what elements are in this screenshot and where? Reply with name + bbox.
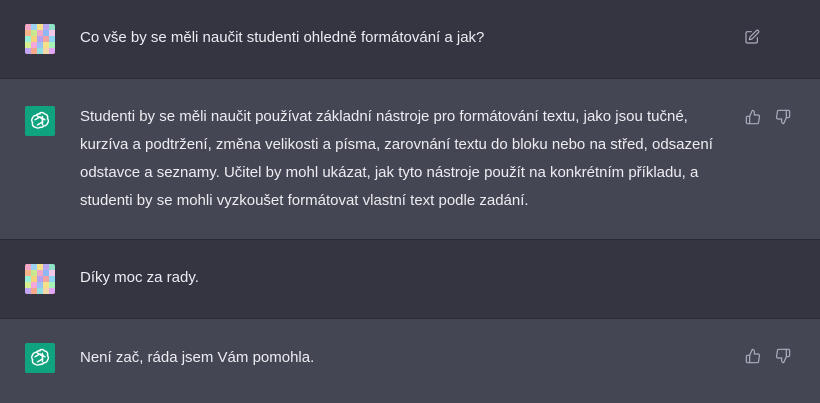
avatar-pixel — [49, 48, 55, 54]
openai-logo-icon — [25, 343, 55, 373]
message-actions — [744, 108, 792, 126]
thumbs-up-icon[interactable] — [744, 347, 762, 365]
openai-logo-icon — [25, 106, 55, 136]
user-message-row: Co vše by se měli naučit studenti ohledn… — [0, 0, 820, 79]
assistant-message-row: Není zač, ráda jsem Vám pomohla. — [0, 319, 820, 403]
user-avatar — [25, 264, 55, 294]
assistant-message-text: Není zač, ráda jsem Vám pomohla. — [80, 349, 315, 366]
thumbs-down-icon[interactable] — [774, 108, 792, 126]
chat-thread: Co vše by se měli naučit studenti ohledn… — [0, 0, 820, 403]
user-message-row: Díky moc za rady. — [0, 240, 820, 319]
user-message-text: Díky moc za rady. — [80, 269, 199, 286]
user-avatar — [25, 24, 55, 54]
avatar-pixel — [49, 288, 55, 294]
message-actions — [744, 347, 792, 365]
thumbs-up-icon[interactable] — [744, 108, 762, 126]
edit-icon[interactable] — [743, 28, 761, 46]
message-actions — [743, 28, 761, 46]
user-message-text: Co vše by se měli naučit studenti ohledn… — [80, 29, 485, 46]
thumbs-down-icon[interactable] — [774, 347, 792, 365]
assistant-message-row: Studenti by se měli naučit používat zákl… — [0, 79, 820, 240]
assistant-message-text: Studenti by se měli naučit používat zákl… — [80, 108, 713, 209]
